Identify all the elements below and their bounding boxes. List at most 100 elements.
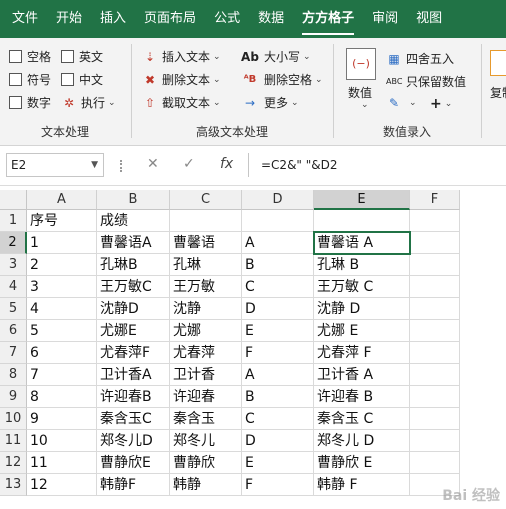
- number-checkbox[interactable]: 数字: [9, 94, 51, 111]
- keep-value-button[interactable]: ABC 只保留数值: [386, 73, 466, 90]
- cell-c13[interactable]: 韩静: [170, 474, 242, 496]
- cell-e6[interactable]: 尤娜 E: [314, 320, 410, 342]
- cancel-icon[interactable]: ✕: [147, 156, 159, 172]
- formula-input[interactable]: =C2&" "&D2: [248, 153, 506, 177]
- copy-button[interactable]: 复制: [490, 84, 506, 101]
- cell-b4[interactable]: 王万敏C: [97, 276, 170, 298]
- cell-a12[interactable]: 11: [27, 452, 97, 474]
- cell-a3[interactable]: 2: [27, 254, 97, 276]
- row-header-8[interactable]: 8: [0, 364, 27, 386]
- cell-c8[interactable]: 卫计香: [170, 364, 242, 386]
- cell-e9[interactable]: 许迎春 B: [314, 386, 410, 408]
- cell-f12[interactable]: [410, 452, 460, 474]
- delete-space-button[interactable]: ᴬB 删除空格 ⌄: [240, 71, 323, 88]
- cell-a6[interactable]: 5: [27, 320, 97, 342]
- name-box[interactable]: E2 ▼: [6, 153, 104, 177]
- cell-e1[interactable]: [314, 210, 410, 232]
- cell-d8[interactable]: A: [242, 364, 314, 386]
- cell-a9[interactable]: 8: [27, 386, 97, 408]
- column-header-c[interactable]: C: [170, 190, 242, 210]
- case-button[interactable]: Ab 大小写 ⌄: [240, 48, 311, 65]
- cell-d9[interactable]: B: [242, 386, 314, 408]
- cell-e2[interactable]: 曹馨语 A: [313, 231, 411, 255]
- cell-d11[interactable]: D: [242, 430, 314, 452]
- cell-b7[interactable]: 尤春萍F: [97, 342, 170, 364]
- row-header-1[interactable]: 1: [0, 210, 27, 232]
- symbol-checkbox[interactable]: 符号: [9, 71, 51, 88]
- cell-a8[interactable]: 7: [27, 364, 97, 386]
- extract-text-button[interactable]: ⇧ 截取文本 ⌄: [142, 94, 221, 111]
- chinese-checkbox[interactable]: 中文: [61, 71, 103, 88]
- tab-5[interactable]: 数据: [249, 0, 293, 38]
- cell-f10[interactable]: [410, 408, 460, 430]
- select-all-corner[interactable]: [0, 190, 27, 210]
- round-button[interactable]: ▦ 四舍五入: [386, 50, 454, 67]
- cell-d7[interactable]: F: [242, 342, 314, 364]
- cell-a2[interactable]: 1: [27, 232, 97, 254]
- cell-f6[interactable]: [410, 320, 460, 342]
- tab-7[interactable]: 审阅: [363, 0, 407, 38]
- fx-icon[interactable]: fx: [220, 156, 233, 172]
- cell-e13[interactable]: 韩静 F: [314, 474, 410, 496]
- cell-b6[interactable]: 尤娜E: [97, 320, 170, 342]
- cell-d10[interactable]: C: [242, 408, 314, 430]
- cell-b1[interactable]: 成绩: [97, 210, 170, 232]
- cell-b10[interactable]: 秦含玉C: [97, 408, 170, 430]
- cell-f4[interactable]: [410, 276, 460, 298]
- cell-f1[interactable]: [410, 210, 460, 232]
- cell-a4[interactable]: 3: [27, 276, 97, 298]
- cell-f11[interactable]: [410, 430, 460, 452]
- cell-b3[interactable]: 孔琳B: [97, 254, 170, 276]
- cell-e7[interactable]: 尤春萍 F: [314, 342, 410, 364]
- cell-b2[interactable]: 曹馨语A: [97, 232, 170, 254]
- tab-4[interactable]: 公式: [205, 0, 249, 38]
- insert-text-button[interactable]: ⇣ 插入文本 ⌄: [142, 48, 221, 65]
- tab-1[interactable]: 开始: [47, 0, 91, 38]
- cell-b11[interactable]: 郑冬儿D: [97, 430, 170, 452]
- cell-a1[interactable]: 序号: [27, 210, 97, 232]
- cell-a7[interactable]: 6: [27, 342, 97, 364]
- cell-d12[interactable]: E: [242, 452, 314, 474]
- row-header-13[interactable]: 13: [0, 474, 27, 496]
- plus-button[interactable]: + ⌄: [430, 96, 452, 112]
- cell-c1[interactable]: [170, 210, 242, 232]
- cell-f7[interactable]: [410, 342, 460, 364]
- cell-f9[interactable]: [410, 386, 460, 408]
- cell-d13[interactable]: F: [242, 474, 314, 496]
- column-header-f[interactable]: F: [410, 190, 460, 210]
- row-header-2[interactable]: 2: [0, 232, 27, 254]
- row-header-10[interactable]: 10: [0, 408, 27, 430]
- cell-e5[interactable]: 沈静 D: [314, 298, 410, 320]
- cell-d2[interactable]: A: [242, 232, 314, 254]
- column-header-d[interactable]: D: [242, 190, 314, 210]
- value-dropdown[interactable]: ⌄: [358, 100, 369, 110]
- row-header-5[interactable]: 5: [0, 298, 27, 320]
- confirm-icon[interactable]: ✓: [183, 156, 195, 172]
- cell-b12[interactable]: 曹静欣E: [97, 452, 170, 474]
- column-header-b[interactable]: B: [97, 190, 170, 210]
- cell-c9[interactable]: 许迎春: [170, 386, 242, 408]
- row-header-3[interactable]: 3: [0, 254, 27, 276]
- more-button[interactable]: → 更多 ⌄: [240, 94, 299, 111]
- cell-b8[interactable]: 卫计香A: [97, 364, 170, 386]
- tab-0[interactable]: 文件: [0, 0, 47, 38]
- column-header-a[interactable]: A: [27, 190, 97, 210]
- cell-a5[interactable]: 4: [27, 298, 97, 320]
- cell-b9[interactable]: 许迎春B: [97, 386, 170, 408]
- drag-handle[interactable]: [120, 160, 123, 172]
- row-header-4[interactable]: 4: [0, 276, 27, 298]
- space-checkbox[interactable]: 空格: [9, 48, 51, 65]
- cell-c7[interactable]: 尤春萍: [170, 342, 242, 364]
- cell-c4[interactable]: 王万敏: [170, 276, 242, 298]
- cell-a11[interactable]: 10: [27, 430, 97, 452]
- row-header-7[interactable]: 7: [0, 342, 27, 364]
- execute-button[interactable]: ✲ 执行 ⌄: [61, 94, 116, 111]
- tab-8[interactable]: 视图: [407, 0, 451, 38]
- row-header-11[interactable]: 11: [0, 430, 27, 452]
- cell-a13[interactable]: 12: [27, 474, 97, 496]
- tab-2[interactable]: 插入: [91, 0, 135, 38]
- cell-d5[interactable]: D: [242, 298, 314, 320]
- cell-d3[interactable]: B: [242, 254, 314, 276]
- cell-d4[interactable]: C: [242, 276, 314, 298]
- cell-f2[interactable]: [410, 232, 460, 254]
